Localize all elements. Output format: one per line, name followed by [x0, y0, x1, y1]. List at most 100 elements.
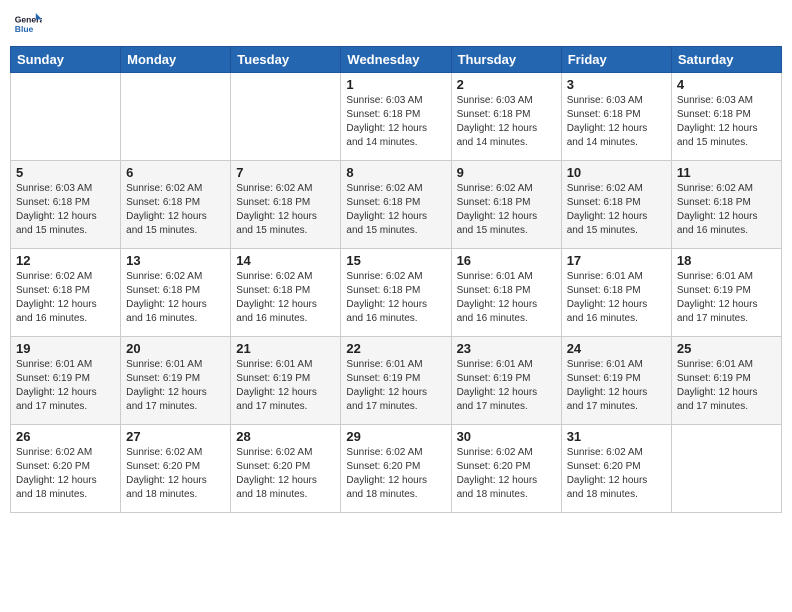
calendar-day-cell: 4 Sunrise: 6:03 AM Sunset: 6:18 PM Daylig… [671, 73, 781, 161]
day-number: 2 [457, 77, 556, 92]
day-info: Sunrise: 6:02 AM Sunset: 6:18 PM Dayligh… [346, 182, 445, 238]
day-number: 14 [236, 253, 335, 268]
day-info: Sunrise: 6:02 AM Sunset: 6:20 PM Dayligh… [236, 446, 335, 502]
weekday-header-cell: Thursday [451, 47, 561, 73]
day-number: 22 [346, 341, 445, 356]
day-number: 1 [346, 77, 445, 92]
day-info: Sunrise: 6:01 AM Sunset: 6:19 PM Dayligh… [346, 358, 445, 414]
svg-text:Blue: Blue [15, 24, 34, 34]
calendar-day-cell: 13 Sunrise: 6:02 AM Sunset: 6:18 PM Dayli… [121, 249, 231, 337]
day-info: Sunrise: 6:02 AM Sunset: 6:18 PM Dayligh… [16, 270, 115, 326]
calendar-day-cell: 8 Sunrise: 6:02 AM Sunset: 6:18 PM Daylig… [341, 161, 451, 249]
weekday-header-cell: Saturday [671, 47, 781, 73]
calendar-day-cell: 25 Sunrise: 6:01 AM Sunset: 6:19 PM Dayli… [671, 337, 781, 425]
day-info: Sunrise: 6:03 AM Sunset: 6:18 PM Dayligh… [567, 94, 666, 150]
day-number: 15 [346, 253, 445, 268]
calendar-day-cell: 6Sunrise: 6:02 AM Sunset: 6:18 PM Daylig… [121, 161, 231, 249]
day-number: 17 [567, 253, 666, 268]
day-info: Sunrise: 6:02 AM Sunset: 6:18 PM Dayligh… [457, 182, 556, 238]
day-number: 12 [16, 253, 115, 268]
calendar-day-cell: 15 Sunrise: 6:02 AM Sunset: 6:18 PM Dayli… [341, 249, 451, 337]
day-number: 3 [567, 77, 666, 92]
day-info: Sunrise: 6:03 AM Sunset: 6:18 PM Dayligh… [346, 94, 445, 150]
day-number: 19 [16, 341, 115, 356]
calendar-day-cell: 7Sunrise: 6:02 AM Sunset: 6:18 PM Daylig… [231, 161, 341, 249]
day-number: 20 [126, 341, 225, 356]
calendar-day-cell: 24Sunrise: 6:01 AM Sunset: 6:19 PM Dayli… [561, 337, 671, 425]
day-info: Sunrise: 6:01 AM Sunset: 6:19 PM Dayligh… [677, 358, 776, 414]
calendar-day-cell: 18 Sunrise: 6:01 AM Sunset: 6:19 PM Dayli… [671, 249, 781, 337]
calendar-day-cell: 2 Sunrise: 6:03 AM Sunset: 6:18 PM Daylig… [451, 73, 561, 161]
calendar-day-cell: 22 Sunrise: 6:01 AM Sunset: 6:19 PM Dayli… [341, 337, 451, 425]
day-info: Sunrise: 6:03 AM Sunset: 6:18 PM Dayligh… [677, 94, 776, 150]
day-number: 21 [236, 341, 335, 356]
weekday-header-cell: Wednesday [341, 47, 451, 73]
day-number: 9 [457, 165, 556, 180]
calendar-week-row: 19 Sunrise: 6:01 AM Sunset: 6:19 PM Dayli… [11, 337, 782, 425]
calendar-day-cell: 17 Sunrise: 6:01 AM Sunset: 6:18 PM Dayli… [561, 249, 671, 337]
day-number: 29 [346, 429, 445, 444]
day-info: Sunrise: 6:03 AM Sunset: 6:18 PM Dayligh… [16, 182, 115, 238]
day-info: Sunrise: 6:02 AM Sunset: 6:20 PM Dayligh… [567, 446, 666, 502]
day-number: 25 [677, 341, 776, 356]
calendar-day-cell: 29 Sunrise: 6:02 AM Sunset: 6:20 PM Dayli… [341, 425, 451, 513]
day-number: 26 [16, 429, 115, 444]
weekday-header-cell: Monday [121, 47, 231, 73]
calendar-day-cell: 20 Sunrise: 6:01 AM Sunset: 6:19 PM Dayli… [121, 337, 231, 425]
calendar-week-row: 5Sunrise: 6:03 AM Sunset: 6:18 PM Daylig… [11, 161, 782, 249]
day-number: 7 [236, 165, 335, 180]
calendar-day-cell: 23 Sunrise: 6:01 AM Sunset: 6:19 PM Dayli… [451, 337, 561, 425]
day-number: 23 [457, 341, 556, 356]
day-info: Sunrise: 6:02 AM Sunset: 6:18 PM Dayligh… [126, 182, 225, 238]
logo-icon: General Blue [14, 10, 42, 38]
day-number: 28 [236, 429, 335, 444]
calendar-day-cell: 14Sunrise: 6:02 AM Sunset: 6:18 PM Dayli… [231, 249, 341, 337]
day-number: 18 [677, 253, 776, 268]
day-number: 30 [457, 429, 556, 444]
day-number: 4 [677, 77, 776, 92]
calendar-day-cell: 19 Sunrise: 6:01 AM Sunset: 6:19 PM Dayli… [11, 337, 121, 425]
calendar-day-cell [11, 73, 121, 161]
calendar-body: 1 Sunrise: 6:03 AM Sunset: 6:18 PM Daylig… [11, 73, 782, 513]
calendar-week-row: 12 Sunrise: 6:02 AM Sunset: 6:18 PM Dayli… [11, 249, 782, 337]
day-number: 10 [567, 165, 666, 180]
weekday-header-cell: Tuesday [231, 47, 341, 73]
calendar-day-cell: 21Sunrise: 6:01 AM Sunset: 6:19 PM Dayli… [231, 337, 341, 425]
day-info: Sunrise: 6:02 AM Sunset: 6:20 PM Dayligh… [457, 446, 556, 502]
day-info: Sunrise: 6:02 AM Sunset: 6:20 PM Dayligh… [16, 446, 115, 502]
day-number: 27 [126, 429, 225, 444]
calendar-day-cell: 1 Sunrise: 6:03 AM Sunset: 6:18 PM Daylig… [341, 73, 451, 161]
day-info: Sunrise: 6:02 AM Sunset: 6:20 PM Dayligh… [346, 446, 445, 502]
day-info: Sunrise: 6:01 AM Sunset: 6:19 PM Dayligh… [457, 358, 556, 414]
day-info: Sunrise: 6:01 AM Sunset: 6:19 PM Dayligh… [677, 270, 776, 326]
day-number: 8 [346, 165, 445, 180]
calendar-day-cell: 9 Sunrise: 6:02 AM Sunset: 6:18 PM Daylig… [451, 161, 561, 249]
calendar-day-cell: 26 Sunrise: 6:02 AM Sunset: 6:20 PM Dayli… [11, 425, 121, 513]
day-info: Sunrise: 6:02 AM Sunset: 6:18 PM Dayligh… [126, 270, 225, 326]
day-info: Sunrise: 6:01 AM Sunset: 6:18 PM Dayligh… [567, 270, 666, 326]
calendar-day-cell: 30 Sunrise: 6:02 AM Sunset: 6:20 PM Dayli… [451, 425, 561, 513]
day-info: Sunrise: 6:01 AM Sunset: 6:19 PM Dayligh… [16, 358, 115, 414]
calendar-day-cell: 27Sunrise: 6:02 AM Sunset: 6:20 PM Dayli… [121, 425, 231, 513]
calendar-day-cell [671, 425, 781, 513]
calendar-day-cell: 11 Sunrise: 6:02 AM Sunset: 6:18 PM Dayli… [671, 161, 781, 249]
weekday-header-cell: Friday [561, 47, 671, 73]
day-number: 13 [126, 253, 225, 268]
day-info: Sunrise: 6:02 AM Sunset: 6:18 PM Dayligh… [677, 182, 776, 238]
calendar-day-cell: 28 Sunrise: 6:02 AM Sunset: 6:20 PM Dayli… [231, 425, 341, 513]
day-info: Sunrise: 6:02 AM Sunset: 6:18 PM Dayligh… [346, 270, 445, 326]
day-number: 16 [457, 253, 556, 268]
page-header: General Blue [10, 10, 782, 38]
weekday-header-cell: Sunday [11, 47, 121, 73]
calendar-day-cell: 31 Sunrise: 6:02 AM Sunset: 6:20 PM Dayli… [561, 425, 671, 513]
day-info: Sunrise: 6:01 AM Sunset: 6:19 PM Dayligh… [567, 358, 666, 414]
day-info: Sunrise: 6:01 AM Sunset: 6:19 PM Dayligh… [126, 358, 225, 414]
calendar-day-cell: 5Sunrise: 6:03 AM Sunset: 6:18 PM Daylig… [11, 161, 121, 249]
calendar-day-cell [231, 73, 341, 161]
day-info: Sunrise: 6:03 AM Sunset: 6:18 PM Dayligh… [457, 94, 556, 150]
day-number: 11 [677, 165, 776, 180]
calendar-week-row: 26 Sunrise: 6:02 AM Sunset: 6:20 PM Dayli… [11, 425, 782, 513]
calendar-day-cell: 16Sunrise: 6:01 AM Sunset: 6:18 PM Dayli… [451, 249, 561, 337]
calendar-day-cell [121, 73, 231, 161]
day-number: 31 [567, 429, 666, 444]
